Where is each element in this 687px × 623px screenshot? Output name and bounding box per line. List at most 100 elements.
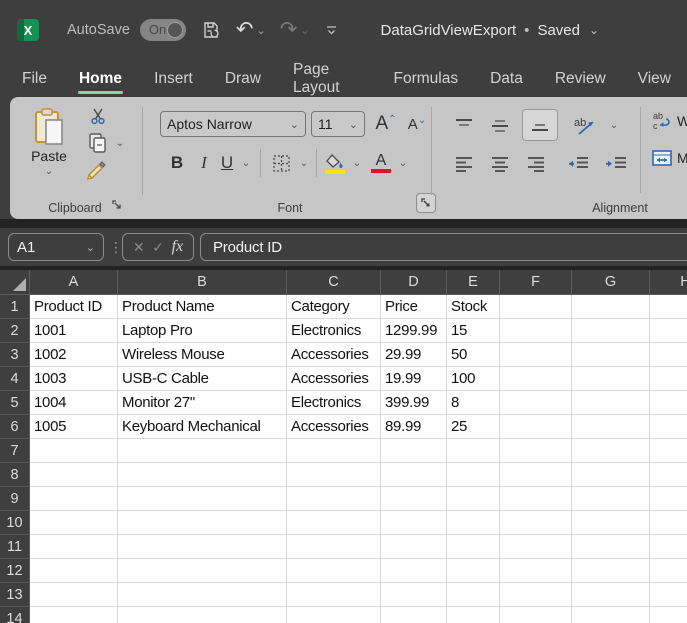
cell-A10[interactable] bbox=[30, 511, 118, 535]
clipboard-dialog-launcher-icon[interactable] bbox=[110, 198, 124, 212]
cell-E1[interactable]: Stock bbox=[447, 295, 500, 319]
cell-C9[interactable] bbox=[287, 487, 381, 511]
column-header-H[interactable]: H bbox=[650, 270, 687, 295]
cell-B2[interactable]: Laptop Pro bbox=[118, 319, 287, 343]
cell-B3[interactable]: Wireless Mouse bbox=[118, 343, 287, 367]
align-center-button[interactable] bbox=[486, 151, 514, 177]
italic-button[interactable]: I bbox=[196, 151, 212, 175]
cell-C3[interactable]: Accessories bbox=[287, 343, 381, 367]
cell-A9[interactable] bbox=[30, 487, 118, 511]
row-header-5[interactable]: 5 bbox=[0, 391, 30, 415]
cell-A13[interactable] bbox=[30, 583, 118, 607]
cell-B1[interactable]: Product Name bbox=[118, 295, 287, 319]
row-header-11[interactable]: 11 bbox=[0, 535, 30, 559]
cell-C14[interactable] bbox=[287, 607, 381, 623]
cell-B8[interactable] bbox=[118, 463, 287, 487]
formula-bar-dots-icon[interactable]: ⋮ bbox=[109, 233, 123, 261]
borders-button[interactable] bbox=[268, 151, 294, 175]
cell-C4[interactable]: Accessories bbox=[287, 367, 381, 391]
cell-B12[interactable] bbox=[118, 559, 287, 583]
cell-H10[interactable] bbox=[650, 511, 687, 535]
column-header-D[interactable]: D bbox=[381, 270, 447, 295]
cell-E13[interactable] bbox=[447, 583, 500, 607]
cell-E12[interactable] bbox=[447, 559, 500, 583]
middle-align-button[interactable] bbox=[486, 113, 514, 139]
cell-H11[interactable] bbox=[650, 535, 687, 559]
row-header-10[interactable]: 10 bbox=[0, 511, 30, 535]
redo-button[interactable]: ↷ ⌄ bbox=[280, 20, 310, 40]
row-header-7[interactable]: 7 bbox=[0, 439, 30, 463]
borders-chevron-icon[interactable]: ⌄ bbox=[298, 157, 310, 169]
cell-E11[interactable] bbox=[447, 535, 500, 559]
enter-icon[interactable]: ✓ bbox=[152, 239, 164, 256]
cell-F6[interactable] bbox=[500, 415, 572, 439]
decrease-indent-button[interactable] bbox=[563, 151, 593, 177]
cell-D10[interactable] bbox=[381, 511, 447, 535]
column-header-C[interactable]: C bbox=[287, 270, 381, 295]
cell-C11[interactable] bbox=[287, 535, 381, 559]
row-header-6[interactable]: 6 bbox=[0, 415, 30, 439]
undo-chevron-icon[interactable]: ⌄ bbox=[257, 24, 266, 37]
cell-H5[interactable] bbox=[650, 391, 687, 415]
cell-D3[interactable]: 29.99 bbox=[381, 343, 447, 367]
cell-G14[interactable] bbox=[572, 607, 650, 623]
row-header-13[interactable]: 13 bbox=[0, 583, 30, 607]
cell-A12[interactable] bbox=[30, 559, 118, 583]
font-dialog-launcher-icon[interactable] bbox=[416, 193, 436, 213]
cell-G11[interactable] bbox=[572, 535, 650, 559]
merge-center-button[interactable]: Merg bbox=[652, 149, 687, 167]
row-header-9[interactable]: 9 bbox=[0, 487, 30, 511]
row-header-2[interactable]: 2 bbox=[0, 319, 30, 343]
column-header-G[interactable]: G bbox=[572, 270, 650, 295]
cell-D8[interactable] bbox=[381, 463, 447, 487]
cell-E7[interactable] bbox=[447, 439, 500, 463]
excel-app-icon[interactable]: X bbox=[17, 19, 39, 41]
cell-H2[interactable] bbox=[650, 319, 687, 343]
paste-label[interactable]: Paste bbox=[26, 147, 72, 165]
cell-F9[interactable] bbox=[500, 487, 572, 511]
orientation-button[interactable]: ab bbox=[570, 111, 602, 139]
cell-D14[interactable] bbox=[381, 607, 447, 623]
cancel-icon[interactable]: ✕ bbox=[133, 239, 145, 256]
cell-D6[interactable]: 89.99 bbox=[381, 415, 447, 439]
redo-chevron-icon[interactable]: ⌄ bbox=[300, 24, 309, 37]
cell-A6[interactable]: 1005 bbox=[30, 415, 118, 439]
cell-B10[interactable] bbox=[118, 511, 287, 535]
underline-chevron-icon[interactable]: ⌄ bbox=[240, 157, 252, 169]
row-header-4[interactable]: 4 bbox=[0, 367, 30, 391]
cell-H3[interactable] bbox=[650, 343, 687, 367]
paste-chevron-icon[interactable]: ⌄ bbox=[42, 165, 56, 177]
font-color-chevron-icon[interactable]: ⌄ bbox=[397, 157, 409, 169]
cell-C5[interactable]: Electronics bbox=[287, 391, 381, 415]
cell-D1[interactable]: Price bbox=[381, 295, 447, 319]
cell-F8[interactable] bbox=[500, 463, 572, 487]
cell-E4[interactable]: 100 bbox=[447, 367, 500, 391]
cell-D11[interactable] bbox=[381, 535, 447, 559]
formula-input[interactable]: Product ID bbox=[200, 233, 687, 261]
cell-F11[interactable] bbox=[500, 535, 572, 559]
cell-H8[interactable] bbox=[650, 463, 687, 487]
orientation-chevron-icon[interactable]: ⌄ bbox=[608, 119, 620, 131]
cell-C6[interactable]: Accessories bbox=[287, 415, 381, 439]
name-box[interactable]: A1 ⌄ bbox=[8, 233, 104, 261]
cell-E14[interactable] bbox=[447, 607, 500, 623]
cell-A8[interactable] bbox=[30, 463, 118, 487]
column-header-A[interactable]: A bbox=[30, 270, 118, 295]
cell-E10[interactable] bbox=[447, 511, 500, 535]
cell-F2[interactable] bbox=[500, 319, 572, 343]
cell-C13[interactable] bbox=[287, 583, 381, 607]
cell-G3[interactable] bbox=[572, 343, 650, 367]
tab-formulas[interactable]: Formulas bbox=[377, 60, 474, 97]
cell-F5[interactable] bbox=[500, 391, 572, 415]
select-all-corner[interactable] bbox=[0, 270, 30, 295]
cell-G13[interactable] bbox=[572, 583, 650, 607]
cell-A1[interactable]: Product ID bbox=[30, 295, 118, 319]
cell-A2[interactable]: 1001 bbox=[30, 319, 118, 343]
paste-button[interactable] bbox=[26, 105, 72, 151]
cell-C2[interactable]: Electronics bbox=[287, 319, 381, 343]
cell-G7[interactable] bbox=[572, 439, 650, 463]
cell-H14[interactable] bbox=[650, 607, 687, 623]
font-name-combo[interactable]: Aptos Narrow ⌄ bbox=[160, 111, 306, 137]
cell-E5[interactable]: 8 bbox=[447, 391, 500, 415]
cell-H6[interactable] bbox=[650, 415, 687, 439]
